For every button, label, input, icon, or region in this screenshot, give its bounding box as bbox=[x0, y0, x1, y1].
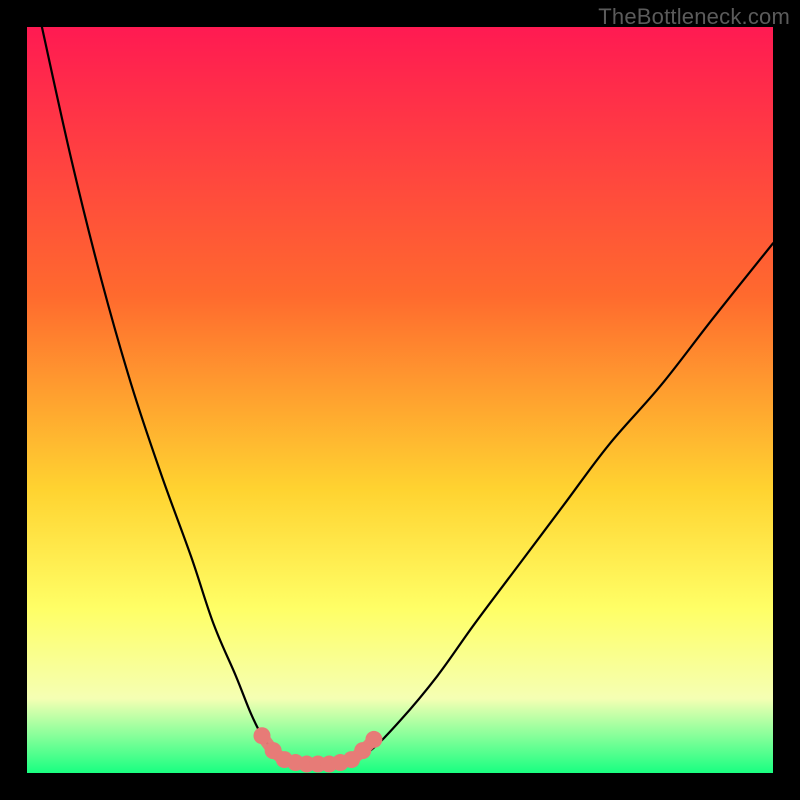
marker-dot bbox=[365, 731, 382, 748]
chart-svg bbox=[27, 27, 773, 773]
watermark-text: TheBottleneck.com bbox=[598, 4, 790, 30]
outer-frame: TheBottleneck.com bbox=[0, 0, 800, 800]
plot-area bbox=[27, 27, 773, 773]
marker-dot bbox=[253, 727, 270, 744]
gradient-background bbox=[27, 27, 773, 773]
